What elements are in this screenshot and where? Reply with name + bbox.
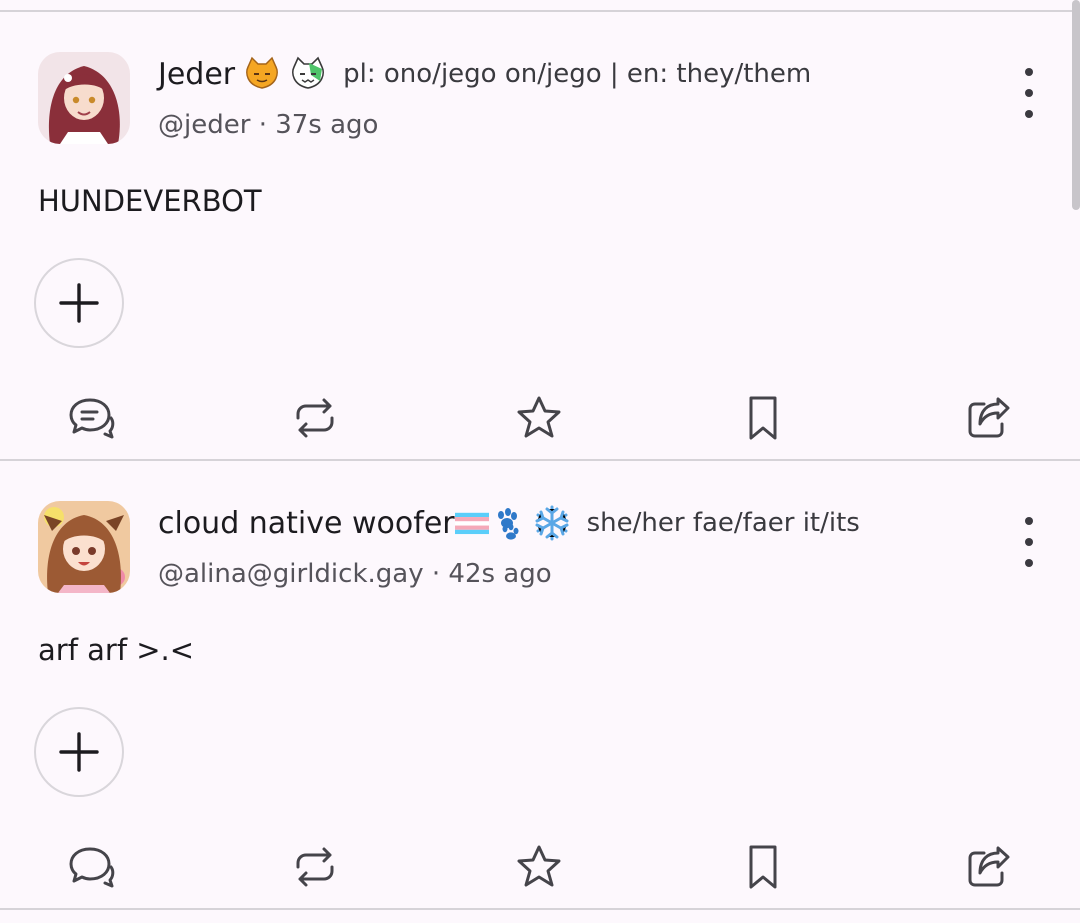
bookmark-button[interactable] bbox=[735, 839, 791, 895]
pronouns: pl: ono/jego on/jego | en: they/them bbox=[343, 59, 812, 89]
display-name[interactable]: Jeder bbox=[158, 57, 235, 92]
author-line: Jeder pl: ono/jego on/jego | en: they/th… bbox=[158, 52, 811, 96]
reply-button[interactable] bbox=[63, 839, 119, 895]
avatar-image bbox=[38, 501, 130, 593]
post-card[interactable]: cloud native woofer she/her fae/faer it/… bbox=[0, 461, 1072, 909]
cat-face-emoji-icon bbox=[246, 56, 279, 89]
more-vertical-icon bbox=[1025, 68, 1033, 76]
bookmark-icon bbox=[749, 845, 777, 889]
more-options-button[interactable] bbox=[1012, 517, 1046, 567]
reply-button[interactable] bbox=[63, 390, 119, 446]
reply-icon bbox=[69, 398, 115, 439]
favourite-button[interactable] bbox=[511, 839, 567, 895]
share-icon bbox=[968, 397, 1010, 438]
post-content: HUNDEVERBOT bbox=[38, 184, 262, 218]
timestamp[interactable]: 42s ago bbox=[448, 559, 551, 589]
transgender-flag-emoji-icon bbox=[454, 512, 489, 535]
handle-line: @alina@girldick.gay · 42s ago bbox=[158, 559, 552, 589]
avatar-image bbox=[38, 52, 130, 144]
reply-icon bbox=[69, 847, 115, 888]
snowflake-emoji-icon bbox=[535, 505, 569, 541]
display-name[interactable]: cloud native woofer bbox=[158, 506, 455, 541]
share-icon bbox=[968, 846, 1010, 887]
scrollbar[interactable] bbox=[1072, 0, 1080, 210]
boost-icon bbox=[296, 847, 334, 887]
share-button[interactable] bbox=[961, 839, 1017, 895]
author-line: cloud native woofer she/her fae/faer it/… bbox=[158, 501, 860, 545]
action-bar bbox=[0, 390, 1072, 446]
handle[interactable]: @alina@girldick.gay bbox=[158, 559, 424, 589]
boost-button[interactable] bbox=[287, 839, 343, 895]
cat-green-emoji-icon bbox=[292, 56, 325, 89]
bookmark-icon bbox=[749, 396, 777, 440]
post-content: arf arf >.< bbox=[38, 633, 195, 667]
post-divider bbox=[0, 908, 1080, 910]
plus-icon bbox=[59, 283, 99, 323]
favourite-button[interactable] bbox=[511, 390, 567, 446]
handle[interactable]: @jeder bbox=[158, 110, 250, 140]
timestamp[interactable]: 37s ago bbox=[275, 110, 378, 140]
bookmark-button[interactable] bbox=[735, 390, 791, 446]
separator: · bbox=[258, 110, 267, 140]
post-card[interactable]: Jeder pl: ono/jego on/jego | en: they/th… bbox=[0, 12, 1072, 460]
handle-line: @jeder · 37s ago bbox=[158, 110, 378, 140]
share-button[interactable] bbox=[961, 390, 1017, 446]
star-icon bbox=[517, 845, 561, 887]
paw-prints-emoji-icon bbox=[497, 508, 519, 540]
action-bar bbox=[0, 839, 1072, 895]
more-options-button[interactable] bbox=[1012, 68, 1046, 118]
pronouns: she/her fae/faer it/its bbox=[586, 508, 860, 538]
boost-button[interactable] bbox=[287, 390, 343, 446]
add-reaction-button[interactable] bbox=[34, 707, 124, 797]
separator: · bbox=[431, 559, 441, 589]
avatar[interactable] bbox=[38, 52, 130, 144]
avatar[interactable] bbox=[38, 501, 130, 593]
more-vertical-icon bbox=[1025, 517, 1033, 525]
timeline-feed: Jeder pl: ono/jego on/jego | en: they/th… bbox=[0, 0, 1080, 923]
boost-icon bbox=[296, 398, 334, 438]
star-icon bbox=[517, 396, 561, 438]
plus-icon bbox=[59, 732, 99, 772]
add-reaction-button[interactable] bbox=[34, 258, 124, 348]
